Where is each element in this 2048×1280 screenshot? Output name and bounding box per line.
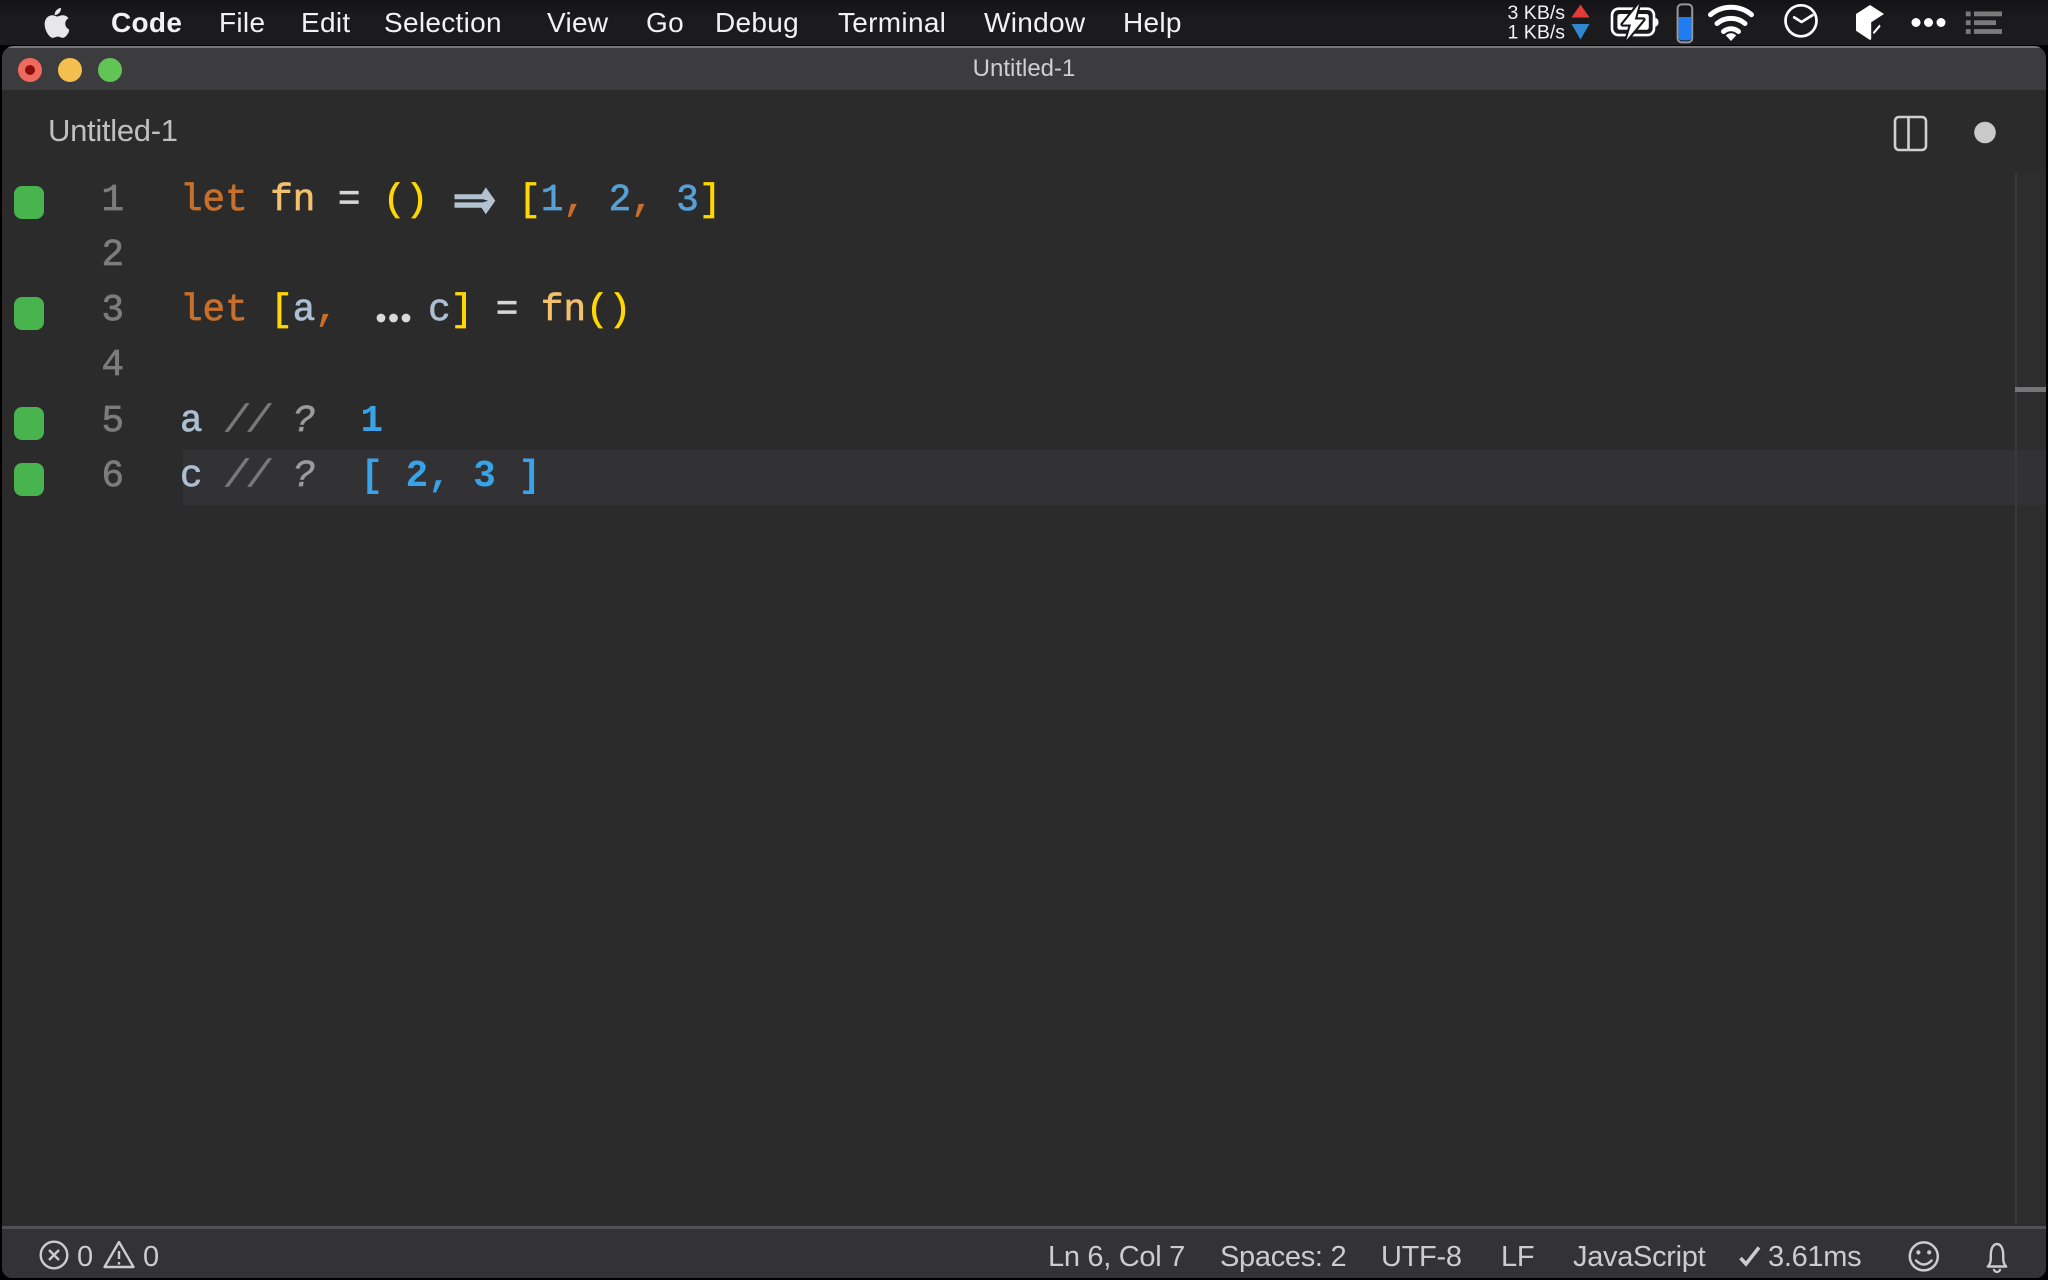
svg-text:1 KB/s: 1 KB/s [1508,22,1566,44]
